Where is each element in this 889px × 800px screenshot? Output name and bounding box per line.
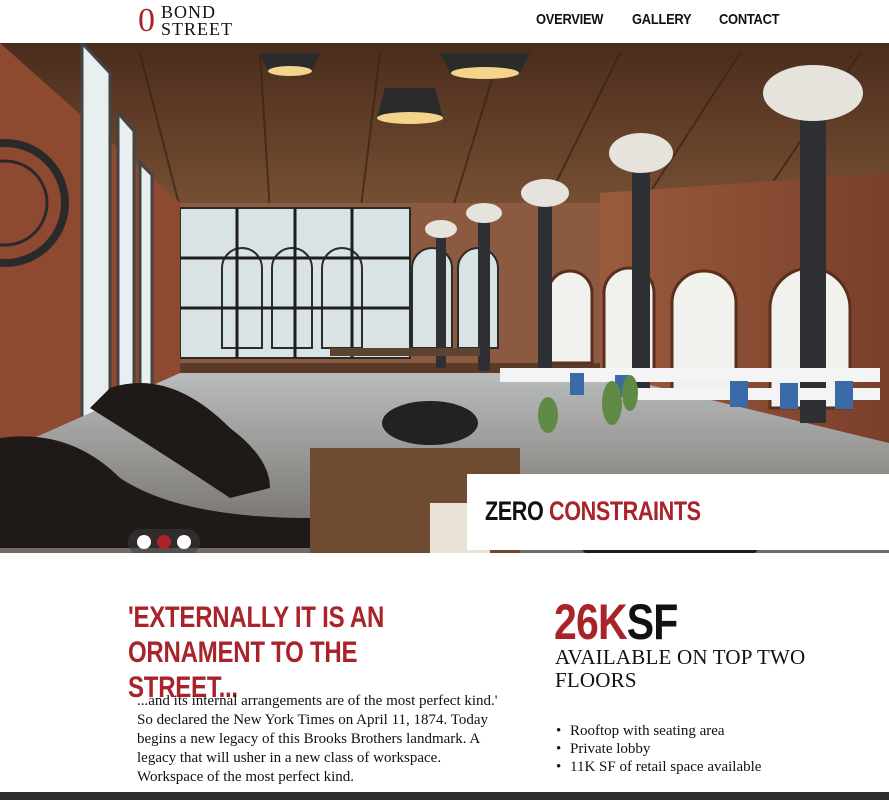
nav-gallery[interactable]: GALLERY (632, 11, 692, 28)
feature-item: Private lobby (556, 740, 761, 758)
main-nav: OVERVIEW GALLERY CONTACT (536, 11, 789, 28)
bond-street-logo[interactable]: 0 BOND STREET (138, 3, 248, 39)
area-stat: 26KSF (554, 596, 678, 648)
feature-item: 11K SF of retail space available (556, 758, 761, 776)
feature-list: Rooftop with seating area Private lobby … (556, 722, 761, 776)
nav-overview[interactable]: OVERVIEW (536, 11, 603, 28)
hero-caption-word2: CONSTRAINTS (549, 496, 701, 526)
area-unit: SF (626, 594, 679, 650)
hero-caption: ZERO CONSTRAINTS (467, 474, 889, 550)
footer-bar (0, 792, 889, 800)
slide-dot-3[interactable] (177, 535, 191, 549)
hero-caption-text: ZERO CONSTRAINTS (485, 496, 701, 527)
quote-body: ...and its internal arrangements are of … (137, 693, 498, 785)
hero-slideshow[interactable]: ZERO CONSTRAINTS (0, 43, 889, 553)
area-number: 26K (554, 594, 628, 650)
site-header: 0 BOND STREET OVERVIEW GALLERY CONTACT (0, 0, 889, 43)
quote-heading: 'EXTERNALLY IT IS AN ORNAMENT TO THE STR… (128, 601, 385, 704)
feature-item: Rooftop with seating area (556, 722, 761, 740)
slide-dot-1[interactable] (137, 535, 151, 549)
logo-mark: 0 (138, 2, 155, 39)
nav-contact[interactable]: CONTACT (719, 11, 780, 28)
slide-dot-2[interactable] (157, 535, 171, 549)
slide-indicator (128, 529, 200, 553)
area-description: AVAILABLE ON TOP TWO FLOORS (555, 645, 806, 692)
hero-caption-word1: ZERO (485, 496, 544, 526)
logo-text-street: STREET (161, 19, 233, 39)
